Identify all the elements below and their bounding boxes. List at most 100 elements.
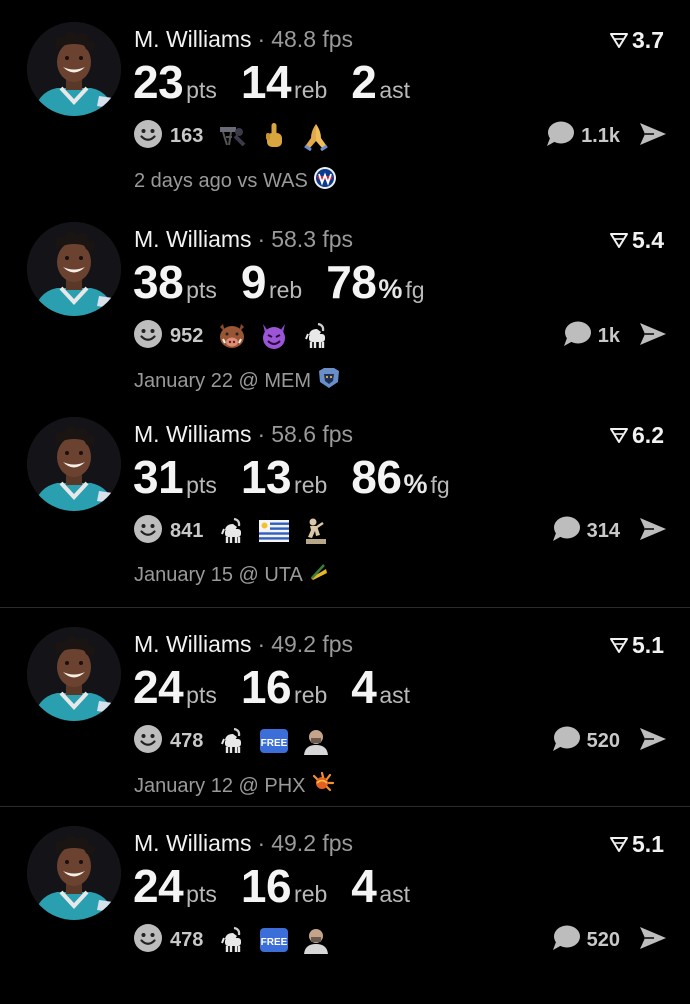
stat-reb: 16 reb — [241, 660, 327, 714]
react-smiley-icon[interactable] — [133, 724, 163, 759]
boar-icon[interactable] — [217, 321, 247, 351]
player-name[interactable]: M. Williams — [134, 421, 252, 447]
share-icon[interactable] — [638, 516, 668, 547]
comment-count[interactable]: 314 — [587, 520, 620, 543]
reactions-row: 478 FREE — [133, 923, 343, 958]
player-name[interactable]: M. Williams — [134, 631, 252, 657]
separator-dot: · — [257, 421, 266, 447]
comment-icon[interactable] — [551, 515, 581, 548]
game-date-opponent: 2 days ago vs WAS — [134, 169, 308, 192]
uruguay-flag-icon[interactable] — [259, 516, 290, 546]
free-button-icon[interactable]: FREE — [259, 925, 289, 955]
svg-text:FREE: FREE — [261, 937, 288, 948]
stat-value: 16 — [240, 860, 292, 912]
reactions-row: 841 — [133, 514, 343, 549]
wizards-logo-icon — [308, 166, 337, 196]
player-avatar[interactable] — [27, 826, 121, 920]
reaction-count[interactable]: 478 — [170, 929, 203, 952]
comment-icon[interactable] — [551, 924, 581, 957]
comment-count[interactable]: 520 — [587, 929, 620, 952]
stat-line: 38 pts 9 reb 78% fg — [133, 255, 449, 309]
fps-score: 48.8 fps — [271, 26, 354, 52]
post-card[interactable]: M. Williams · 58.6 fps 6.2 31 pts 13 reb 86% fg 84… — [0, 395, 690, 595]
stat-value: 4 — [351, 860, 377, 912]
react-smiley-icon[interactable] — [133, 514, 163, 549]
post-actions: 520 — [551, 924, 668, 956]
bald-man-icon[interactable] — [301, 726, 331, 756]
rating-icon — [610, 27, 632, 54]
stat-value: 4 — [351, 661, 377, 713]
game-info[interactable]: January 12 @ PHX — [134, 771, 335, 801]
rating-icon — [610, 422, 632, 449]
reaction-count[interactable]: 478 — [170, 730, 203, 753]
rating-icon — [610, 831, 632, 858]
rating-value: 5.1 — [632, 831, 664, 857]
react-smiley-icon[interactable] — [133, 119, 163, 154]
post-header: M. Williams · 49.2 fps — [134, 830, 353, 856]
suns-logo-icon — [306, 771, 335, 801]
reaction-count[interactable]: 163 — [170, 125, 203, 148]
goat-icon[interactable] — [217, 925, 247, 955]
reaction-count[interactable]: 841 — [170, 520, 203, 543]
post-feed[interactable]: M. Williams · 48.8 fps 3.7 23 pts 14 reb 2 ast 163… — [0, 0, 690, 971]
statue-icon[interactable] — [301, 516, 331, 546]
rating-score: 6.2 — [610, 422, 664, 449]
grizzlies-logo-icon — [311, 366, 342, 396]
goat-icon[interactable] — [217, 516, 247, 546]
post-card[interactable]: M. Williams · 49.2 fps 5.1 24 pts 16 reb 4 ast 478… — [0, 804, 690, 1004]
share-icon[interactable] — [638, 321, 668, 352]
free-button-icon[interactable]: FREE — [259, 726, 289, 756]
comment-icon[interactable] — [551, 725, 581, 758]
goat-icon[interactable] — [217, 726, 247, 756]
stat-value: 2 — [351, 56, 377, 108]
separator-dot: · — [257, 226, 266, 252]
comment-count[interactable]: 1.1k — [581, 125, 620, 148]
player-name[interactable]: M. Williams — [134, 26, 252, 52]
react-smiley-icon[interactable] — [133, 923, 163, 958]
post-header: M. Williams · 49.2 fps — [134, 631, 353, 657]
share-icon[interactable] — [638, 121, 668, 152]
post-card[interactable]: M. Williams · 48.8 fps 3.7 23 pts 14 reb 2 ast 163… — [0, 0, 690, 200]
middle-finger-icon[interactable] — [259, 121, 289, 151]
goat-icon[interactable] — [301, 321, 331, 351]
comment-icon[interactable] — [545, 120, 575, 153]
comment-count[interactable]: 520 — [587, 730, 620, 753]
game-info[interactable]: 2 days ago vs WAS — [134, 166, 337, 196]
stat-value: 24 — [133, 860, 184, 912]
stat-value: 38 — [133, 256, 184, 308]
rating-icon — [610, 632, 632, 659]
bald-man-icon[interactable] — [301, 925, 331, 955]
player-avatar[interactable] — [27, 417, 121, 511]
game-info[interactable]: January 15 @ UTA — [134, 561, 330, 589]
stat-pts: 24 pts — [133, 660, 217, 714]
share-icon[interactable] — [638, 925, 668, 956]
rating-score: 5.4 — [610, 227, 664, 254]
stat-unit: pts — [186, 472, 217, 498]
comment-count[interactable]: 1k — [598, 325, 620, 348]
post-card[interactable]: M. Williams · 49.2 fps 5.1 24 pts 16 reb 4 ast 478… — [0, 605, 690, 805]
stat-line: 31 pts 13 reb 86% fg — [133, 450, 474, 504]
praying-hands-icon[interactable] — [301, 121, 331, 151]
devil-icon[interactable] — [259, 321, 289, 351]
rating-value: 6.2 — [632, 422, 664, 448]
post-card[interactable]: M. Williams · 58.3 fps 5.4 38 pts 9 reb 78% fg 952… — [0, 200, 690, 400]
reaction-count[interactable]: 952 — [170, 325, 203, 348]
stat-ast: 2 ast — [351, 55, 410, 109]
stat-unit: pts — [186, 881, 217, 907]
stat-unit: reb — [268, 277, 303, 303]
player-avatar[interactable] — [27, 222, 121, 316]
game-date-opponent: January 15 @ UTA — [134, 563, 303, 586]
react-smiley-icon[interactable] — [133, 319, 163, 354]
share-icon[interactable] — [638, 726, 668, 757]
player-avatar[interactable] — [27, 22, 121, 116]
stat-line: 24 pts 16 reb 4 ast — [133, 859, 434, 913]
comment-icon[interactable] — [562, 320, 592, 353]
player-name[interactable]: M. Williams — [134, 226, 252, 252]
stat-fg: 78% fg — [326, 255, 424, 309]
rating-value: 5.4 — [632, 227, 664, 253]
dunk-icon[interactable] — [217, 121, 247, 151]
stat-pts: 24 pts — [133, 859, 217, 913]
game-info[interactable]: January 22 @ MEM — [134, 366, 342, 396]
player-name[interactable]: M. Williams — [134, 830, 252, 856]
player-avatar[interactable] — [27, 627, 121, 721]
